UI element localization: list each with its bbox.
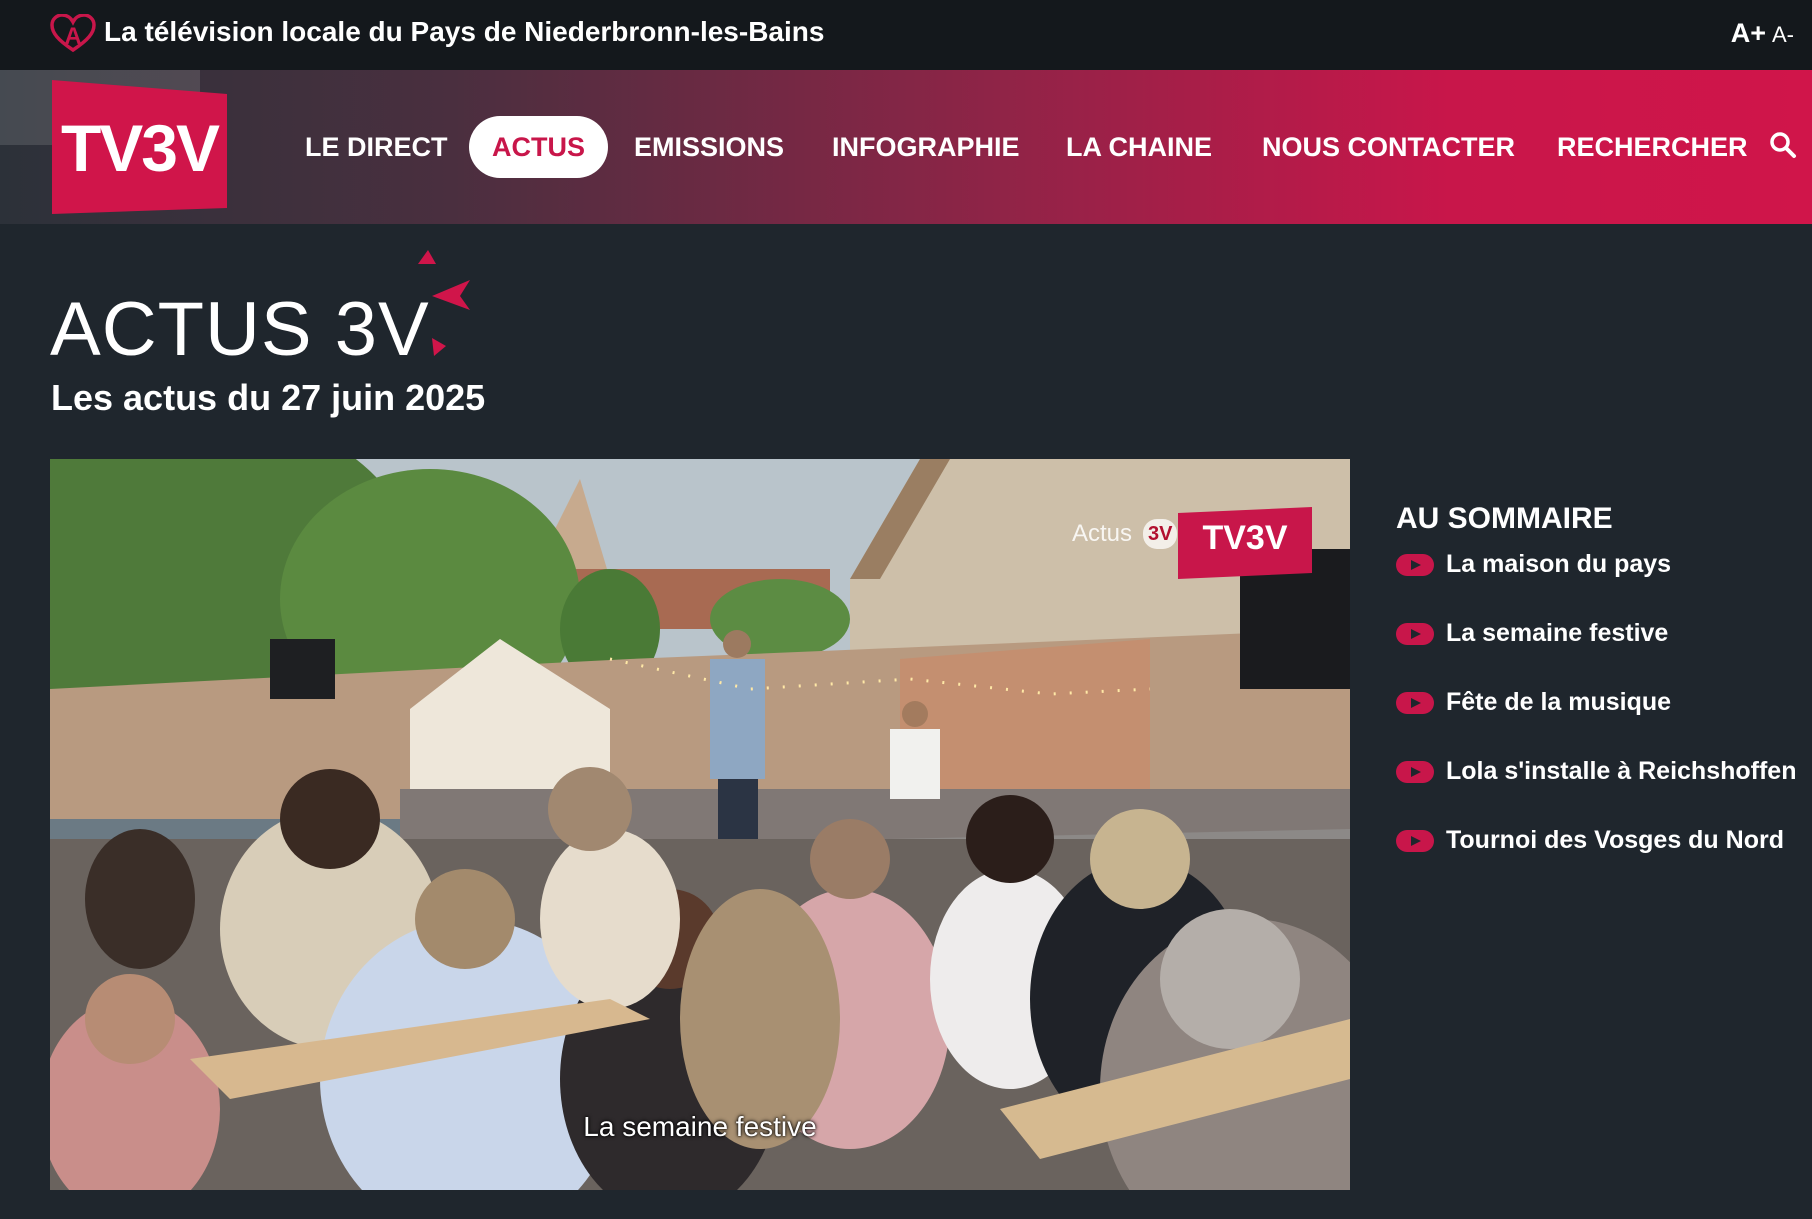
sommaire-panel: AU SOMMAIRE La maison du pays La semaine… [1396, 500, 1796, 893]
watermark-3v-badge: 3V [1143, 519, 1178, 549]
video-frame [50, 459, 1350, 1190]
page-title: ACTUS 3V [50, 287, 430, 372]
font-decrease-button[interactable]: A- [1772, 22, 1794, 47]
play-icon [1396, 761, 1434, 783]
nav-item-actus[interactable]: ACTUS [469, 116, 608, 178]
page-subtitle: Les actus du 27 juin 2025 [51, 377, 486, 418]
video-player[interactable]: Actus 3V TV3V La semaine festive [50, 459, 1350, 1190]
sommaire-item-label: La maison du pays [1446, 550, 1672, 578]
sommaire-item-fete-de-la-musique[interactable]: Fête de la musique [1396, 686, 1796, 755]
play-icon [1396, 623, 1434, 645]
nav-item-infographie[interactable]: INFOGRAPHIE [832, 116, 1020, 178]
top-bar: A La télévision locale du Pays de Nieder… [0, 0, 1812, 70]
sommaire-item-lola-reichshoffen[interactable]: Lola s'installe à Reichshoffen [1396, 755, 1796, 824]
region-heart-icon: A [50, 14, 96, 53]
site-logo[interactable]: TV3V [52, 80, 227, 214]
play-icon [1396, 692, 1434, 714]
sommaire-item-label: Tournoi des Vosges du Nord [1446, 826, 1784, 854]
sommaire-item-maison-du-pays[interactable]: La maison du pays [1396, 548, 1796, 617]
sommaire-item-label: Fête de la musique [1446, 688, 1672, 716]
sommaire-title: AU SOMMAIRE [1396, 502, 1613, 535]
play-icon [1396, 830, 1434, 852]
watermark-actus-text: Actus [1072, 520, 1133, 547]
sommaire-item-label: La semaine festive [1446, 619, 1669, 647]
nav-item-rechercher[interactable]: RECHERCHER [1557, 116, 1797, 178]
video-caption: La semaine festive [583, 1111, 817, 1142]
logo-text: TV3V [60, 111, 220, 185]
nav-item-nous-contacter[interactable]: NOUS CONTACTER [1262, 116, 1515, 178]
search-icon [1770, 132, 1797, 158]
play-icon [1396, 554, 1434, 576]
sommaire-item-semaine-festive[interactable]: La semaine festive [1396, 617, 1796, 686]
watermark-logo-text: TV3V [1202, 519, 1288, 557]
nav-item-le-direct[interactable]: LE DIRECT [305, 116, 448, 178]
nav-item-emissions[interactable]: EMISSIONS [634, 116, 784, 178]
sommaire-item-label: Lola s'installe à Reichshoffen [1446, 757, 1797, 785]
nav-item-la-chaine[interactable]: LA CHAINE [1066, 116, 1212, 178]
svg-text:A: A [64, 23, 81, 50]
site-tagline: La télévision locale du Pays de Niederbr… [104, 16, 825, 47]
nav-item-rechercher-label: RECHERCHER [1557, 132, 1748, 162]
decorative-arrows-icon [418, 250, 470, 356]
font-size-controls: A+ A- [1731, 16, 1794, 55]
sommaire-item-tournoi-vosges[interactable]: Tournoi des Vosges du Nord [1396, 824, 1796, 893]
font-increase-button[interactable]: A+ [1731, 18, 1766, 48]
main-navigation: TV3V LE DIRECT ACTUS EMISSIONS INFOGRAPH… [0, 70, 1812, 224]
